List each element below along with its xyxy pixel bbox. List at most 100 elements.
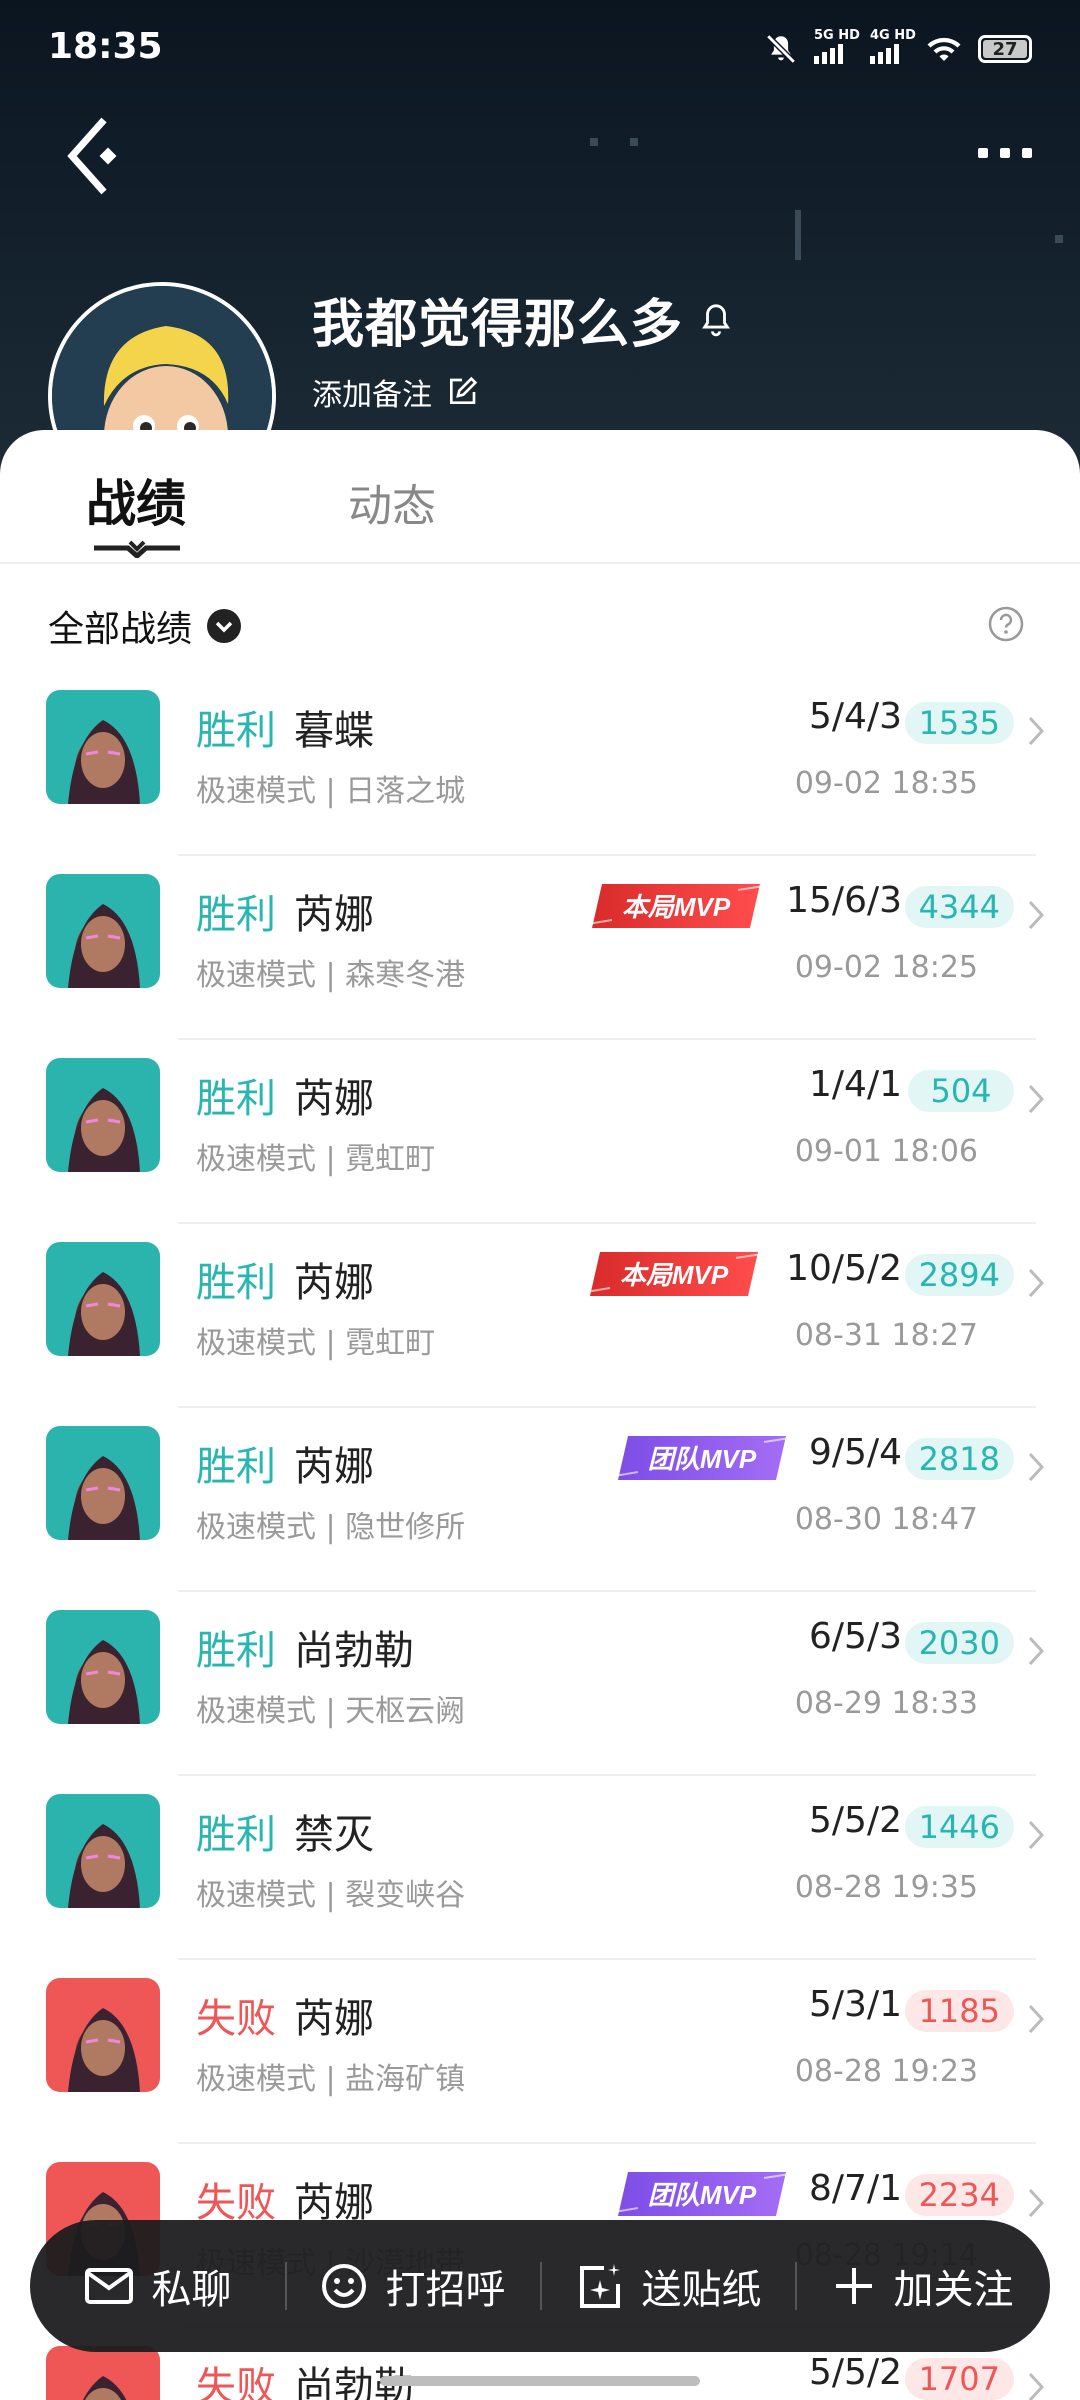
bottom-action-bar: 私聊 打招呼 送贴纸 加关注 (30, 2220, 1050, 2352)
home-indicator (380, 2376, 700, 2386)
score-badge: 1707 (904, 2358, 1014, 2400)
edit-icon (450, 376, 478, 404)
mvp-badge-text: 团队MVP (648, 1444, 757, 1474)
tab-feed[interactable]: 动态 (348, 470, 436, 534)
kda: 9/5/4 (809, 1432, 902, 1473)
records-filter-dropdown[interactable]: 全部战绩 (48, 600, 242, 652)
content-card: 战绩 动态 全部战绩 胜利 暮蝶 极速模式 | 日落之城 5/4/3 1535 … (0, 430, 1080, 2400)
send-sticker-button[interactable]: 送贴纸 (540, 2220, 795, 2352)
tab-bar: 战绩 动态 (0, 430, 1080, 564)
greet-button[interactable]: 打招呼 (285, 2220, 540, 2352)
battery-icon: 27 (978, 35, 1032, 63)
match-row[interactable]: 胜利 暮蝶 极速模式 | 日落之城 5/4/3 1535 09-02 18:35 (0, 672, 1080, 856)
chevron-right-icon (1028, 1636, 1045, 1666)
hero-name: 尚勃勒 (294, 1628, 414, 1674)
hero-portrait (46, 2346, 160, 2400)
bell-icon[interactable] (699, 301, 733, 339)
kda: 5/3/1 (809, 1984, 902, 2025)
match-mode-map: 极速模式 | 霓虹町 (196, 1326, 436, 1361)
match-row[interactable]: 失败 芮娜 极速模式 | 盐海矿镇 5/3/1 1185 08-28 19:23 (0, 1960, 1080, 2144)
kda: 8/7/1 (809, 2168, 902, 2209)
match-mode-map: 极速模式 | 隐世修所 (196, 1510, 466, 1545)
add-remark-button[interactable]: 添加备注 (312, 370, 478, 414)
more-button[interactable] (962, 138, 1032, 168)
mvp-badge-text: 本局MVP (622, 892, 731, 922)
match-row[interactable]: 胜利 芮娜 极速模式 | 霓虹町 1/4/1 504 09-01 18:06 (0, 1040, 1080, 1224)
hero-portrait (46, 690, 160, 804)
nickname-text: 我都觉得那么多 (312, 295, 684, 355)
tab-records[interactable]: 战绩 (86, 464, 186, 536)
chevron-right-icon (1028, 1268, 1045, 1298)
score-badge: 2894 (904, 1254, 1014, 1296)
filter-label: 全部战绩 (48, 609, 193, 650)
match-row[interactable]: 胜利 尚勃勒 极速模式 | 天枢云阙 6/5/3 2030 08-29 18:3… (0, 1592, 1080, 1776)
more-dot-icon (978, 148, 988, 158)
match-mode-map: 极速模式 | 日落之城 (196, 774, 466, 809)
match-date: 08-30 18:47 (794, 1502, 978, 1537)
hero-name: 芮娜 (294, 892, 374, 938)
match-result: 失败 (196, 2364, 276, 2400)
match-mode-map: 极速模式 | 森寒冬港 (196, 958, 466, 993)
kda: 15/6/3 (786, 880, 902, 921)
hero-portrait (46, 874, 160, 988)
battery-level: 27 (992, 38, 1018, 60)
mvp-badge: 本局MVP (586, 1252, 762, 1296)
match-result: 胜利 (196, 1444, 276, 1490)
sim2-label: 4G HD (870, 28, 916, 43)
status-time: 18:35 (48, 26, 163, 67)
chevron-right-icon (1028, 2188, 1045, 2218)
kda: 6/5/3 (809, 1616, 902, 1657)
mvp-badge: 团队MVP (614, 1436, 790, 1480)
score-badge: 2030 (904, 1622, 1014, 1664)
match-mode-map: 极速模式 | 天枢云阙 (196, 1694, 466, 1729)
match-result: 胜利 (196, 1260, 276, 1306)
match-result: 胜利 (196, 1628, 276, 1674)
kda: 5/4/3 (809, 696, 902, 737)
match-row[interactable]: 胜利 芮娜 极速模式 | 霓虹町 10/5/2 2894 08-31 18:27… (0, 1224, 1080, 1408)
kda: 5/5/2 (809, 2352, 902, 2393)
match-row[interactable]: 胜利 芮娜 极速模式 | 隐世修所 9/5/4 2818 08-30 18:47… (0, 1408, 1080, 1592)
match-date: 08-28 19:35 (794, 1870, 978, 1905)
score-badge: 504 (908, 1070, 1014, 1112)
private-chat-button[interactable]: 私聊 (30, 2220, 285, 2352)
signal-sim2-icon: 4G HD (870, 28, 916, 64)
match-row[interactable]: 胜利 禁灭 极速模式 | 裂变峡谷 5/5/2 1446 08-28 19:35 (0, 1776, 1080, 1960)
match-row[interactable]: 胜利 芮娜 极速模式 | 森寒冬港 15/6/3 4344 09-02 18:2… (0, 856, 1080, 1040)
mvp-badge: 团队MVP (614, 2172, 790, 2216)
smile-icon (321, 2264, 366, 2308)
match-mode-map: 极速模式 | 裂变峡谷 (196, 1878, 466, 1913)
hero-name: 芮娜 (294, 1444, 374, 1490)
kda: 1/4/1 (809, 1064, 902, 1105)
header-decoration (630, 138, 638, 146)
match-date: 09-02 18:25 (794, 950, 978, 985)
status-bar: 18:35 5G HD 4G HD 27 (48, 26, 1032, 76)
more-dot-icon (1022, 148, 1032, 158)
more-dot-icon (1000, 148, 1010, 158)
plus-icon (835, 2268, 872, 2304)
mvp-badge-text: 团队MVP (648, 2180, 757, 2210)
kda: 10/5/2 (786, 1248, 902, 1289)
chevron-right-icon (1028, 716, 1045, 746)
hero-portrait (46, 1794, 160, 1908)
profile-header: 18:35 5G HD 4G HD 27 我都觉得那么多 添加备注 (0, 0, 1080, 480)
send-sticker-label: 送贴纸 (641, 2267, 762, 2313)
signal-sim1-icon: 5G HD (814, 28, 860, 64)
match-result: 失败 (196, 1996, 276, 2042)
hero-portrait (46, 1242, 160, 1356)
match-date: 08-31 18:27 (794, 1318, 978, 1353)
follow-button[interactable]: 加关注 (795, 2220, 1050, 2352)
match-result: 胜利 (196, 708, 276, 754)
mvp-badge-text: 本局MVP (620, 1260, 729, 1290)
back-button[interactable] (60, 110, 130, 200)
private-chat-label: 私聊 (151, 2267, 232, 2313)
score-badge: 2818 (904, 1438, 1014, 1480)
hero-name: 暮蝶 (294, 708, 374, 754)
remark-label: 添加备注 (312, 378, 432, 413)
sticker-icon (579, 2264, 620, 2308)
chevron-right-icon (1028, 2004, 1045, 2034)
hero-portrait (46, 1426, 160, 1540)
help-icon[interactable] (988, 606, 1024, 642)
match-date: 09-01 18:06 (794, 1134, 978, 1169)
score-badge: 1535 (904, 702, 1014, 744)
score-badge: 2234 (904, 2174, 1014, 2216)
